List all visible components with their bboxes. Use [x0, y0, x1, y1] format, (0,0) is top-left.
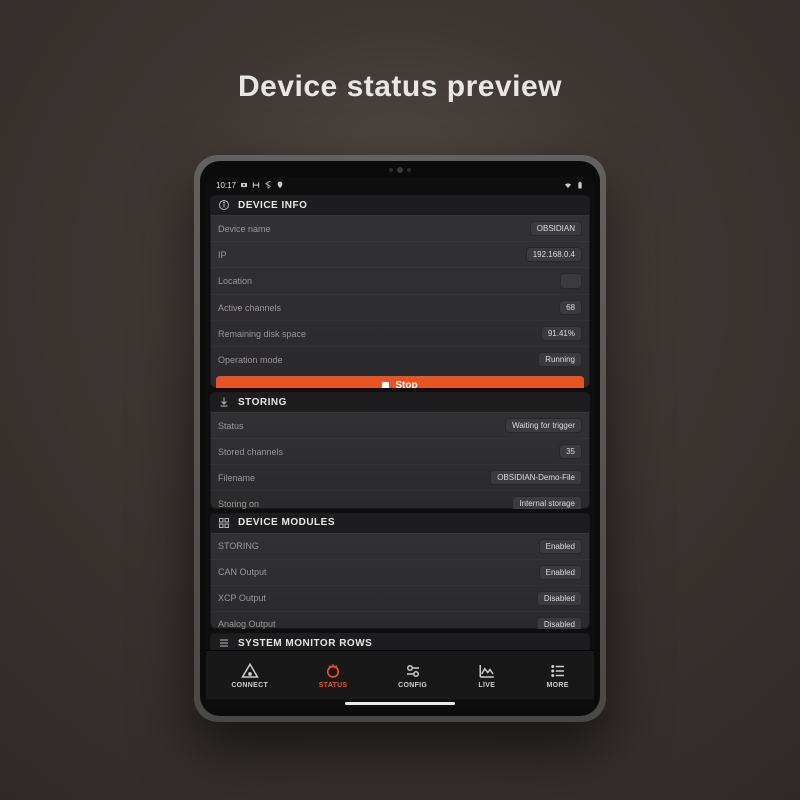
config-icon: [404, 662, 422, 680]
value-pill: 192.168.0.4: [526, 247, 582, 262]
value-pill: 91.41%: [541, 326, 582, 341]
card-header-modules: DEVICE MODULES: [210, 513, 590, 533]
wifi-icon: [564, 181, 572, 189]
card-title: DEVICE MODULES: [238, 517, 335, 528]
label: STORING: [218, 541, 259, 551]
card-storing: STORING Status Waiting for trigger Store…: [210, 392, 590, 508]
nav-more[interactable]: MORE: [546, 662, 568, 689]
row-device-name: Device name OBSIDIAN: [210, 215, 590, 241]
bottom-nav: CONNECT STATUS CONFIG: [206, 650, 594, 699]
download-icon: [218, 396, 230, 408]
label: Remaining disk space: [218, 329, 306, 339]
nav-label: LIVE: [478, 682, 495, 689]
stop-icon: [382, 382, 389, 388]
screen: 10:17: [206, 177, 594, 708]
menu-icon: [218, 637, 230, 649]
label: CAN Output: [218, 567, 267, 577]
row-location: Location: [210, 267, 590, 294]
nav-status[interactable]: STATUS: [319, 662, 348, 689]
row-active-channels: Active channels 68: [210, 294, 590, 320]
card-title: STORING: [238, 397, 287, 408]
link-icon: [252, 181, 260, 189]
value-pill: Enabled: [539, 539, 582, 554]
nav-live[interactable]: LIVE: [478, 662, 496, 689]
nav-config[interactable]: CONFIG: [398, 662, 427, 689]
row-stored-channels: Stored channels 35: [210, 438, 590, 464]
label: Storing on: [218, 499, 259, 509]
value-pill: Waiting for trigger: [505, 418, 582, 433]
label: Active channels: [218, 303, 281, 313]
front-camera: [389, 167, 411, 173]
card-device-info: DEVICE INFO Device name OBSIDIAN IP 192.…: [210, 195, 590, 388]
stop-button[interactable]: Stop: [216, 376, 584, 388]
battery-icon: [576, 181, 584, 189]
card-header-device-info: DEVICE INFO: [210, 195, 590, 215]
nav-label: MORE: [546, 682, 568, 689]
value-pill: OBSIDIAN-Demo-File: [490, 470, 582, 485]
value-pill: 68: [559, 300, 582, 315]
tablet-frame: 10:17: [194, 155, 606, 722]
row-module-can: CAN Output Enabled: [210, 559, 590, 585]
row-ip: IP 192.168.0.4: [210, 241, 590, 267]
row-module-storing: STORING Enabled: [210, 533, 590, 559]
status-icon: [324, 662, 342, 680]
value-pill: OBSIDIAN: [530, 221, 582, 236]
live-icon: [478, 662, 496, 680]
more-icon: [549, 662, 567, 680]
label: Analog Output: [218, 619, 276, 629]
row-disk: Remaining disk space 91.41%: [210, 320, 590, 346]
stop-label: Stop: [395, 380, 417, 388]
row-storing-status: Status Waiting for trigger: [210, 412, 590, 438]
status-time: 10:17: [216, 181, 236, 190]
card-title: DEVICE INFO: [238, 200, 307, 211]
nav-label: CONNECT: [231, 682, 268, 689]
android-statusbar: 10:17: [206, 177, 594, 193]
card-modules: DEVICE MODULES STORING Enabled CAN Outpu…: [210, 513, 590, 629]
label: IP: [218, 250, 227, 260]
home-indicator[interactable]: [345, 702, 455, 705]
value-pill: [560, 273, 582, 289]
info-icon: [218, 199, 230, 211]
label: Device name: [218, 224, 271, 234]
value-pill: Enabled: [539, 565, 582, 580]
location-icon: [276, 181, 284, 189]
card-sysmon: SYSTEM MONITOR ROWS: [210, 633, 590, 650]
label: Operation mode: [218, 355, 283, 365]
label: Location: [218, 276, 252, 286]
grid-icon: [218, 517, 230, 529]
value-pill: Internal storage: [512, 496, 582, 508]
label: XCP Output: [218, 593, 266, 603]
label: Filename: [218, 473, 255, 483]
value-pill: Disabled: [537, 617, 582, 629]
label: Stored channels: [218, 447, 283, 457]
row-module-analog: Analog Output Disabled: [210, 611, 590, 629]
card-title: SYSTEM MONITOR ROWS: [238, 638, 372, 649]
row-storing-on: Storing on Internal storage: [210, 490, 590, 508]
nav-label: STATUS: [319, 682, 348, 689]
camera-icon: [240, 181, 248, 189]
row-filename: Filename OBSIDIAN-Demo-File: [210, 464, 590, 490]
row-mode: Operation mode Running: [210, 346, 590, 372]
row-module-xcp: XCP Output Disabled: [210, 585, 590, 611]
connect-icon: [241, 662, 259, 680]
value-pill: Running: [538, 352, 582, 367]
label: Status: [218, 421, 244, 431]
value-pill: 35: [559, 444, 582, 459]
card-header-sysmon: SYSTEM MONITOR ROWS: [210, 633, 590, 650]
card-header-storing: STORING: [210, 392, 590, 412]
value-pill: Disabled: [537, 591, 582, 606]
tablet-bezel: 10:17: [200, 161, 600, 716]
page-title: Device status preview: [0, 70, 800, 104]
content-scroll: DEVICE INFO Device name OBSIDIAN IP 192.…: [206, 193, 594, 650]
nav-label: CONFIG: [398, 682, 427, 689]
nav-connect[interactable]: CONNECT: [231, 662, 268, 689]
bluetooth-icon: [264, 181, 272, 189]
